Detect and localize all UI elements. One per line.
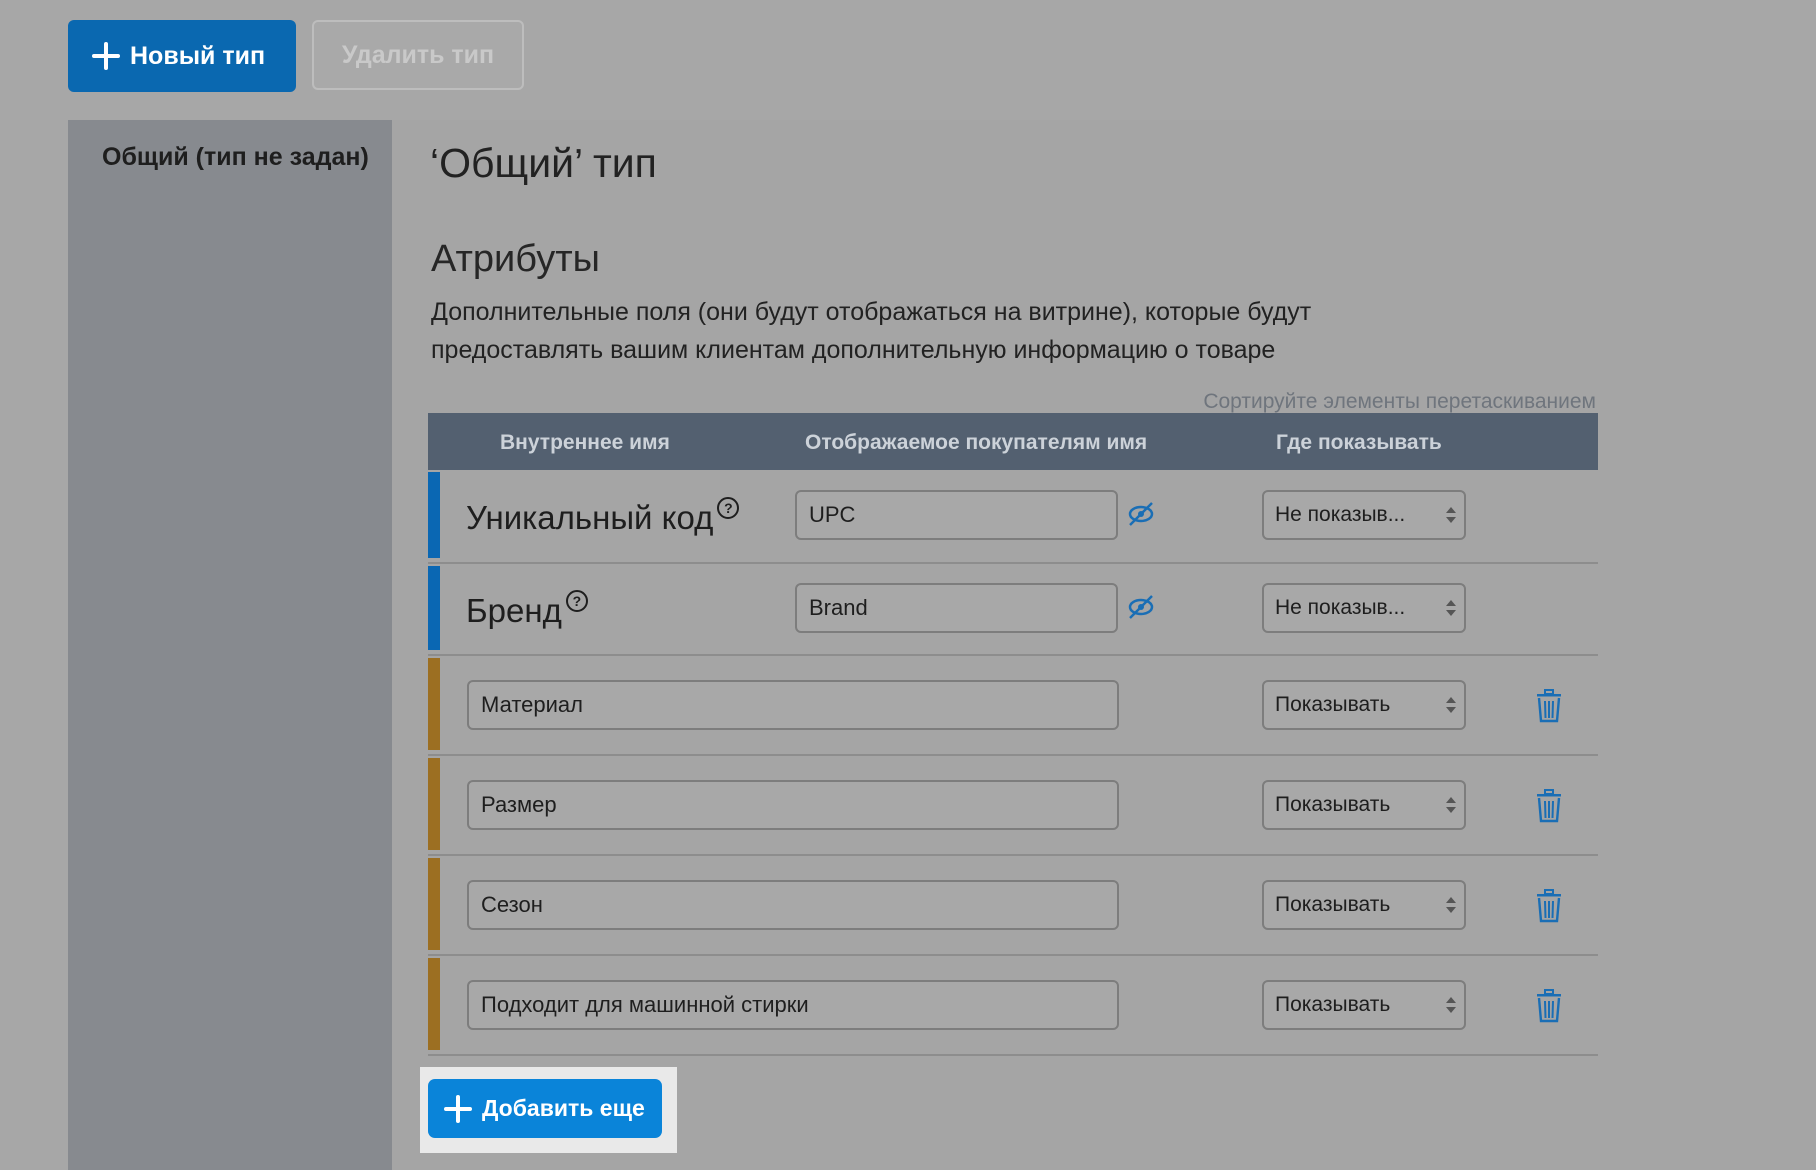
eye-slash-icon[interactable] xyxy=(1125,498,1157,530)
table-row[interactable]: Сезон Показывать xyxy=(428,856,1598,956)
drag-handle[interactable] xyxy=(428,958,440,1050)
select-arrows-icon xyxy=(1446,897,1456,913)
trash-icon[interactable] xyxy=(1534,889,1564,923)
display-name-field[interactable]: Brand xyxy=(795,583,1118,633)
attribute-name-field[interactable]: Материал xyxy=(467,680,1119,730)
help-icon[interactable]: ? xyxy=(565,590,588,612)
attributes-description: Дополнительные поля (они будут отображат… xyxy=(431,298,1312,364)
new-type-button[interactable]: Новый тип xyxy=(68,20,296,92)
where-select[interactable]: Показывать xyxy=(1262,680,1466,730)
where-select[interactable]: Показывать xyxy=(1262,780,1466,830)
delete-type-label: Удалить тип xyxy=(341,40,495,69)
where-select[interactable]: Показывать xyxy=(1262,880,1466,930)
drag-handle[interactable] xyxy=(428,758,440,850)
table-row[interactable]: Материал Показывать xyxy=(428,656,1598,756)
table-row[interactable]: Бренд? Brand Не показыв... xyxy=(428,564,1598,656)
add-more-label: Добавить еще xyxy=(482,1095,645,1121)
sidebar-item-general[interactable]: Общий (тип не задан) xyxy=(102,142,372,172)
table-row[interactable]: Уникальный код? UPC Не показыв... xyxy=(428,470,1598,564)
delete-type-button[interactable]: Удалить тип xyxy=(312,20,524,90)
drag-handle[interactable] xyxy=(428,472,440,558)
trash-icon[interactable] xyxy=(1534,789,1564,823)
help-icon[interactable]: ? xyxy=(717,497,740,519)
attributes-heading: Атрибуты xyxy=(431,238,600,280)
page-title: ‘Общий’ тип xyxy=(430,140,657,186)
drag-handle[interactable] xyxy=(428,658,440,750)
new-type-label: Новый тип xyxy=(130,41,266,70)
select-arrows-icon xyxy=(1446,600,1456,616)
where-select[interactable]: Не показыв... xyxy=(1262,490,1466,540)
plus-icon xyxy=(444,1094,472,1123)
select-arrows-icon xyxy=(1446,697,1456,713)
table-row[interactable]: Размер Показывать xyxy=(428,756,1598,856)
drag-handle[interactable] xyxy=(428,566,440,650)
column-internal-name: Внутреннее имя xyxy=(500,431,670,454)
select-arrows-icon xyxy=(1446,997,1456,1013)
drag-handle[interactable] xyxy=(428,858,440,950)
table-row[interactable]: Подходит для машинной стирки Показывать xyxy=(428,956,1598,1056)
attribute-name-field[interactable]: Подходит для машинной стирки xyxy=(467,980,1119,1030)
plus-icon xyxy=(92,42,120,70)
column-where-to-show: Где показывать xyxy=(1276,431,1442,454)
attributes-table-header: Внутреннее имя Отображаемое покупателям … xyxy=(428,413,1598,470)
internal-name: Уникальный код? xyxy=(466,497,740,537)
eye-slash-icon[interactable] xyxy=(1125,591,1157,623)
display-name-field[interactable]: UPC xyxy=(795,490,1118,540)
add-more-button[interactable]: Добавить еще xyxy=(428,1079,662,1138)
sidebar: Общий (тип не задан) xyxy=(68,120,392,1170)
where-select[interactable]: Показывать xyxy=(1262,980,1466,1030)
attribute-name-field[interactable]: Сезон xyxy=(467,880,1119,930)
internal-name: Бренд? xyxy=(466,590,588,630)
attribute-name-field[interactable]: Размер xyxy=(467,780,1119,830)
select-arrows-icon xyxy=(1446,507,1456,523)
trash-icon[interactable] xyxy=(1534,989,1564,1023)
where-select[interactable]: Не показыв... xyxy=(1262,583,1466,633)
trash-icon[interactable] xyxy=(1534,689,1564,723)
column-display-name: Отображаемое покупателям имя xyxy=(805,431,1148,454)
select-arrows-icon xyxy=(1446,797,1456,813)
sort-hint: Сортируйте элементы перетаскиванием xyxy=(1203,390,1596,413)
